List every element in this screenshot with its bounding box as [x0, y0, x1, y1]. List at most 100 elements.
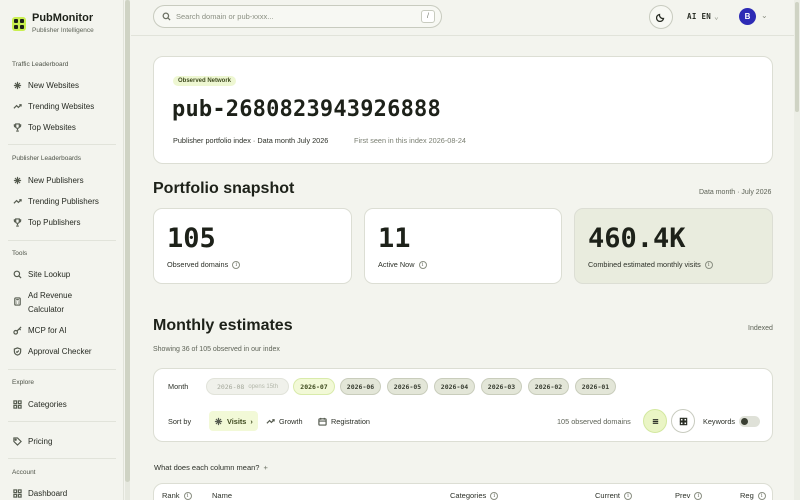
stat-label: Active Now i: [378, 260, 427, 269]
sidebar-item-trending-publishers[interactable]: Trending Publishers: [12, 194, 99, 208]
brand-tagline: Publisher Intelligence: [32, 27, 94, 34]
info-icon[interactable]: i: [757, 491, 766, 500]
hero-meta: Publisher portfolio index · Data month J…: [173, 136, 329, 145]
month-chip-2026-07[interactable]: 2026-07: [293, 378, 335, 395]
column-header-current[interactable]: Current i: [595, 491, 633, 500]
sidebar-item-label: Site Lookup: [28, 269, 71, 279]
chevron-down-icon[interactable]: ⌄: [761, 11, 768, 20]
divider: [8, 240, 116, 241]
info-icon[interactable]: i: [704, 260, 713, 269]
info-icon[interactable]: i: [694, 491, 703, 500]
sidebar-item-pricing[interactable]: Pricing: [12, 434, 52, 448]
sidebar-item-label: Trending Publishers: [28, 196, 99, 206]
sidebar-item-mcp-for-ai[interactable]: MCP for AI: [12, 323, 67, 337]
sidebar-item-new-publishers[interactable]: New Publishers: [12, 173, 84, 187]
sort-visits-button[interactable]: Visits ›: [209, 411, 258, 431]
month-chip-2026-08: 2026-08 opens 15th: [206, 378, 289, 395]
key-icon: [12, 325, 22, 335]
info-icon[interactable]: i: [418, 260, 427, 269]
month-chip-extra: opens 15th: [248, 383, 279, 390]
sort-option-label: Registration: [331, 416, 370, 426]
chevron-down-icon: ⌄: [714, 12, 719, 21]
sidebar-item-label: Trending Websites: [28, 101, 95, 111]
search-input[interactable]: [176, 12, 406, 21]
column-header-rank[interactable]: Rank i: [162, 491, 192, 500]
publisher-id: pub-2680823943926888: [172, 97, 441, 122]
language-selector[interactable]: AI EN ⌄: [687, 12, 719, 21]
search-shortcut-key: /: [421, 10, 435, 23]
sort-option-label: Growth: [279, 416, 303, 426]
chevron-right-icon: ›: [250, 416, 253, 426]
column-header-label: Categories: [450, 491, 487, 500]
month-chip-2026-01[interactable]: 2026-01: [575, 378, 616, 395]
stat-card-combined-visits: 460.4K Combined estimated monthly visits…: [574, 208, 773, 284]
column-help-toggle[interactable]: What does each column mean? +: [154, 463, 268, 472]
sidebar-item-site-lookup[interactable]: Site Lookup: [12, 267, 70, 281]
month-chip-2026-06[interactable]: 2026-06: [340, 378, 381, 395]
sidebar-item-label: Pricing: [28, 436, 53, 446]
sort-growth-button[interactable]: Growth: [261, 411, 308, 431]
sidebar-item-label: Dashboard: [28, 488, 68, 498]
divider: [8, 369, 116, 370]
sidebar: PubMonitor Publisher Intelligence Traffi…: [0, 0, 124, 500]
month-chip-2026-03[interactable]: 2026-03: [481, 378, 522, 395]
column-header-label: Rank: [162, 491, 180, 500]
section-title-snapshot: Portfolio snapshot: [153, 180, 295, 197]
grid-icon: [679, 417, 687, 425]
divider: [8, 458, 116, 459]
section-title-traffic: Traffic Leaderboard: [12, 61, 69, 68]
column-header-categories[interactable]: Categories i: [450, 491, 499, 500]
sidebar-scrollbar-thumb[interactable]: [125, 0, 130, 482]
section-title-monthly: Monthly estimates: [153, 317, 293, 334]
sidebar-item-approval-checker[interactable]: Approval Checker: [12, 344, 92, 358]
moon-icon: [656, 13, 665, 22]
info-icon[interactable]: i: [183, 491, 192, 500]
stat-value: 105: [167, 223, 216, 254]
theme-toggle-button[interactable]: [649, 5, 673, 29]
main-scrollbar-thumb[interactable]: [795, 2, 799, 112]
info-icon[interactable]: i: [490, 491, 499, 500]
info-icon[interactable]: i: [232, 260, 241, 269]
sort-option-label: Visits: [227, 416, 247, 426]
stat-label: Observed domains i: [167, 260, 241, 269]
sidebar-item-new-websites[interactable]: New Websites: [12, 78, 79, 92]
column-header-label: Prev: [675, 491, 691, 500]
month-chip-2026-05[interactable]: 2026-05: [387, 378, 428, 395]
column-header-label: Name: [212, 491, 233, 500]
snapshot-data-month: Data month · July 2026: [699, 189, 772, 196]
sidebar-item-categories[interactable]: Categories: [12, 397, 67, 411]
observed-domains-count: 105 observed domains: [557, 417, 631, 426]
topbar-divider: [131, 35, 800, 36]
month-chip-2026-02[interactable]: 2026-02: [528, 378, 569, 395]
keywords-toggle[interactable]: [739, 416, 760, 427]
sort-registration-button[interactable]: Registration: [313, 411, 375, 431]
trophy-icon: [12, 122, 22, 132]
stat-card-active-now: 11 Active Now i: [364, 208, 562, 284]
sidebar-item-ad-revenue-calculator[interactable]: Ad Revenue Calculator: [12, 289, 72, 317]
sidebar-item-top-websites[interactable]: Top Websites: [12, 120, 76, 134]
brand[interactable]: PubMonitor Publisher Intelligence: [12, 12, 94, 34]
publisher-hero-card: Observed Network pub-2680823943926888 Pu…: [153, 56, 773, 164]
stat-value: 460.4K: [588, 223, 686, 254]
month-chip-2026-04[interactable]: 2026-04: [434, 378, 475, 395]
stat-label-text: Active Now: [378, 260, 415, 269]
stat-label-text: Observed domains: [167, 260, 229, 269]
divider: [8, 421, 116, 422]
avatar[interactable]: B: [739, 8, 756, 25]
search-icon: [12, 269, 22, 279]
toggle-knob: [741, 418, 748, 425]
column-header-prev[interactable]: Prev i: [675, 491, 703, 500]
sidebar-item-dashboard[interactable]: Dashboard: [12, 486, 67, 500]
info-icon[interactable]: i: [624, 491, 633, 500]
sidebar-item-trending-websites[interactable]: Trending Websites: [12, 99, 94, 113]
list-view-button[interactable]: [643, 409, 667, 433]
sidebar-item-label: Ad Revenue: [28, 291, 73, 300]
grid-view-button[interactable]: [671, 409, 695, 433]
search-bar[interactable]: /: [153, 5, 442, 28]
column-header-reg[interactable]: Reg i: [740, 491, 766, 500]
month-label: Month: [168, 382, 189, 391]
sidebar-item-top-publishers[interactable]: Top Publishers: [12, 215, 80, 229]
column-header-name[interactable]: Name: [212, 491, 232, 500]
sidebar-item-label: New Websites: [28, 80, 79, 90]
keywords-label: Keywords: [703, 417, 736, 426]
